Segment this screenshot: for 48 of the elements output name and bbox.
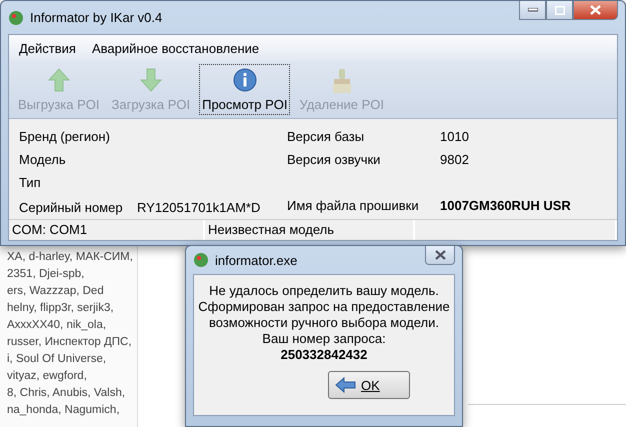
field-label: Тип — [19, 174, 42, 192]
user-list-text: helny, flipp3r, serjik3, — [7, 301, 115, 316]
up-arrow-icon — [48, 68, 70, 92]
field-value: 9802 — [440, 151, 470, 169]
maximize-icon — [554, 6, 564, 14]
user-list-text: na_honda, Nagumich, — [7, 403, 121, 418]
field-label: Бренд (регион) — [19, 128, 111, 146]
message-text: Не удалось определить вашу модель. — [209, 283, 439, 299]
close-button[interactable] — [573, 1, 618, 20]
field-label: Версия базы — [287, 128, 366, 146]
field-label: Модель — [19, 151, 67, 169]
user-list-text: AxxxXX40, nik_ola, — [7, 318, 108, 333]
user-list-text: XA, d-harley, МАК-СИМ, — [7, 250, 134, 265]
minimize-button[interactable] — [519, 1, 546, 20]
message-text: возможности ручного выбора модели. — [208, 315, 440, 331]
menu-item[interactable]: Действия — [19, 40, 76, 56]
field-value: RY12051701k1AM*D — [137, 199, 262, 217]
app-icon — [193, 252, 209, 268]
maximize-button[interactable] — [546, 1, 573, 20]
user-list-text: vityaz, ewgford, — [7, 369, 88, 384]
field-value: 1007GM360RUH USR — [440, 197, 572, 215]
menu-item[interactable]: Аварийное восстановление — [92, 40, 260, 56]
back-arrow-icon — [335, 376, 357, 394]
user-list-text: i, Soul Of Universe, — [7, 352, 108, 367]
field-label: Версия озвучки — [287, 151, 382, 169]
user-list-text: 8, Chris, Anubis, Valsh, — [7, 386, 126, 401]
down-arrow-icon — [140, 68, 162, 92]
close-icon — [590, 5, 601, 15]
message-text: Ваш номер запроса: — [262, 331, 386, 347]
status-text: Неизвестная модель — [205, 220, 415, 240]
dialog-title: informator.exe — [215, 252, 298, 268]
field-label: Имя файла прошивки — [287, 197, 420, 215]
close-icon — [434, 250, 446, 260]
window-title: Informator by IKar v0.4 — [30, 10, 162, 25]
ok-button[interactable]: OK — [328, 371, 410, 399]
info-icon — [232, 68, 257, 92]
toolbar-button[interactable]: Просмотр POI — [199, 64, 290, 115]
user-list-text: 2351, Djei-spb, — [7, 267, 86, 282]
user-list-text: ers, Wazzzap, Ded — [7, 284, 105, 299]
request-number: 250332842432 — [280, 347, 368, 363]
close-button[interactable] — [425, 246, 455, 265]
message-text: Сформирован запрос на предоставление — [198, 299, 450, 315]
user-list-text: russer, Инспектор ДПС, — [7, 335, 133, 350]
app-icon — [8, 10, 24, 26]
field-value: 1010 — [440, 128, 470, 146]
status-text: COM: COM1 — [9, 220, 205, 240]
minimize-icon — [528, 8, 538, 12]
field-label: Серийный номер — [19, 199, 124, 217]
